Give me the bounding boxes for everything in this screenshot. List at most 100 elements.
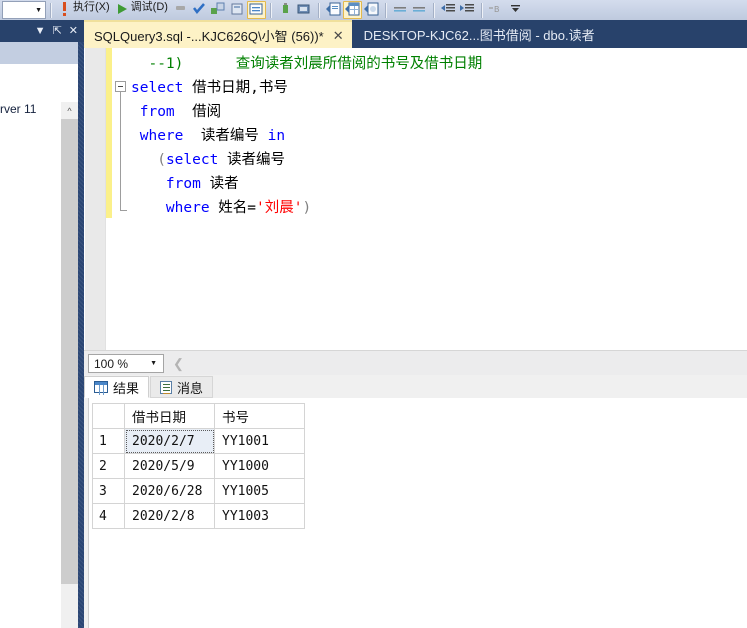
object-explorer-scrollbar[interactable]: ^ (61, 102, 78, 628)
display-estimated-plan-icon (210, 2, 226, 19)
debug-button[interactable]: 调试(D) (113, 1, 171, 19)
uncomment-button[interactable] (410, 1, 429, 19)
results-grid[interactable]: 借书日期 书号 1 2020/2/7 YY1001 2 2020/5/9 YY1… (92, 403, 305, 529)
zoom-level-combo[interactable]: 100 % ▼ (88, 354, 164, 373)
toolbar-separator-3 (317, 2, 320, 18)
tab-label: SQLQuery3.sql -...KJC626Q\小智 (56))* (94, 28, 324, 44)
code-token: --1) 查询读者刘晨所借阅的书号及借书日期 (148, 56, 483, 72)
pin-icon[interactable]: ⇱ (53, 25, 62, 37)
close-icon[interactable]: ✕ (69, 25, 78, 37)
object-explorer-toolbar (0, 42, 78, 65)
tab-close-icon[interactable]: ✕ (333, 29, 344, 42)
comment-button[interactable] (391, 1, 410, 19)
collapse-region-toggle[interactable] (115, 81, 126, 92)
chevron-down-icon[interactable]: ▼ (35, 25, 46, 37)
cell-book[interactable]: YY1000 (214, 453, 305, 479)
table-row[interactable]: 1 2020/2/7 YY1001 (92, 428, 305, 454)
object-explorer-node-label: rver 11 (0, 102, 37, 116)
execute-icon (59, 1, 70, 20)
toolbar-separator-2 (269, 2, 272, 18)
code-token: '刘晨' (256, 200, 303, 216)
code-line: from 借阅 (131, 100, 482, 124)
messages-tab-label: 消息 (177, 380, 204, 396)
query-options-button[interactable] (228, 1, 247, 19)
cell-book[interactable]: YY1001 (214, 428, 305, 454)
execute-button[interactable]: 执行(X) (56, 1, 113, 19)
row-number[interactable]: 1 (92, 428, 125, 454)
table-row[interactable]: 3 2020/6/28 YY1005 (92, 478, 305, 504)
code-token: 借阅 (174, 104, 222, 120)
scroll-up-icon[interactable]: ^ (61, 102, 78, 119)
uncomment-icon (411, 3, 427, 18)
code-line: from 读者 (131, 172, 482, 196)
parse-button[interactable] (190, 1, 209, 19)
row-number-header (92, 403, 125, 429)
results-to-grid-icon (344, 2, 361, 19)
row-number[interactable]: 3 (92, 478, 125, 504)
tab-results[interactable]: 结果 (84, 376, 150, 398)
include-actual-plan-icon (280, 2, 291, 19)
stop-button[interactable] (171, 1, 190, 19)
document-tab-strip: SQLQuery3.sql -...KJC626Q\小智 (56))* ✕ DE… (84, 20, 747, 48)
code-token: where (139, 128, 184, 144)
scrollbar-thumb[interactable] (61, 119, 78, 584)
row-number[interactable]: 4 (92, 503, 125, 529)
cell-book[interactable]: YY1003 (214, 503, 305, 529)
column-header-book[interactable]: 书号 (214, 403, 305, 429)
grid-header-row: 借书日期 书号 (92, 403, 305, 429)
cell-date[interactable]: 2020/2/8 (124, 503, 215, 529)
cell-book[interactable]: YY1005 (214, 478, 305, 504)
code-line: where 读者编号 in (131, 124, 482, 148)
results-to-text-button[interactable] (246, 1, 266, 19)
column-header-date[interactable]: 借书日期 (124, 403, 215, 429)
code-token: from (139, 104, 175, 120)
increase-indent-icon (459, 2, 475, 18)
cell-date[interactable]: 2020/2/7 (124, 428, 215, 454)
results-tab-label: 结果 (113, 380, 140, 396)
code-token: select (131, 80, 184, 96)
tab-label: DESKTOP-KJC62...图书借阅 - dbo.读者 (363, 27, 595, 43)
results-tab-strip: 结果 消息 (84, 375, 747, 398)
include-actual-plan-button[interactable] (276, 1, 295, 19)
grid-icon (94, 381, 108, 393)
object-explorer-tree[interactable]: rver 11 ^ (0, 64, 78, 628)
estimated-plan-button[interactable] (209, 1, 228, 19)
tab-table-reader[interactable]: DESKTOP-KJC62...图书借阅 - dbo.读者 (352, 20, 603, 48)
comment-icon (392, 3, 408, 18)
increase-indent-button[interactable] (458, 1, 477, 19)
decrease-indent-button[interactable] (439, 1, 458, 19)
table-row[interactable]: 4 2020/2/8 YY1003 (92, 503, 305, 529)
results-to-text-icon (249, 3, 263, 18)
specify-values-icon: B (488, 3, 505, 18)
include-client-statistics-button[interactable] (295, 1, 314, 19)
parse-check-icon (192, 2, 206, 18)
results-to-text-alt-button[interactable] (324, 1, 343, 19)
scroll-left-icon[interactable]: ❮ (173, 356, 184, 372)
specify-values-button[interactable]: B (487, 1, 506, 19)
results-to-file-button[interactable] (362, 1, 381, 19)
toolbar-overflow-button[interactable] (506, 1, 525, 19)
toolbar-overflow-icon (510, 3, 521, 18)
ssms-window: ▼ 执行(X) 调试(D) B ▼ ⇱ ✕ rver 11 ^ SQLQuery… (0, 0, 747, 628)
results-to-grid-button[interactable] (342, 1, 362, 19)
cell-date[interactable]: 2020/5/9 (124, 453, 215, 479)
code-token: select (165, 152, 219, 168)
grid-body: 1 2020/2/7 YY1001 2 2020/5/9 YY1000 3 20… (92, 428, 305, 529)
cell-date[interactable]: 2020/6/28 (124, 478, 215, 504)
database-combo[interactable]: ▼ (2, 1, 46, 19)
sql-editor[interactable]: --1) 查询读者刘晨所借阅的书号及借书日期 select 借书日期,书号 fro… (84, 48, 747, 350)
debug-label: 调试(D) (130, 0, 168, 13)
table-row[interactable]: 2 2020/5/9 YY1000 (92, 453, 305, 479)
stop-icon (174, 2, 187, 18)
row-number[interactable]: 2 (92, 453, 125, 479)
tab-messages[interactable]: 消息 (150, 376, 214, 398)
message-icon (160, 380, 173, 394)
toolbar-separator-4 (384, 2, 387, 18)
code-line: select 借书日期,书号 (131, 76, 482, 100)
chevron-down-icon: ▼ (150, 360, 157, 367)
sql-code-text[interactable]: --1) 查询读者刘晨所借阅的书号及借书日期 select 借书日期,书号 fro… (131, 52, 482, 220)
include-client-statistics-icon (296, 2, 313, 19)
code-token: 读者 (200, 176, 239, 192)
tab-sqlquery3[interactable]: SQLQuery3.sql -...KJC626Q\小智 (56))* ✕ (84, 20, 352, 48)
chevron-down-icon: ▼ (35, 6, 42, 14)
